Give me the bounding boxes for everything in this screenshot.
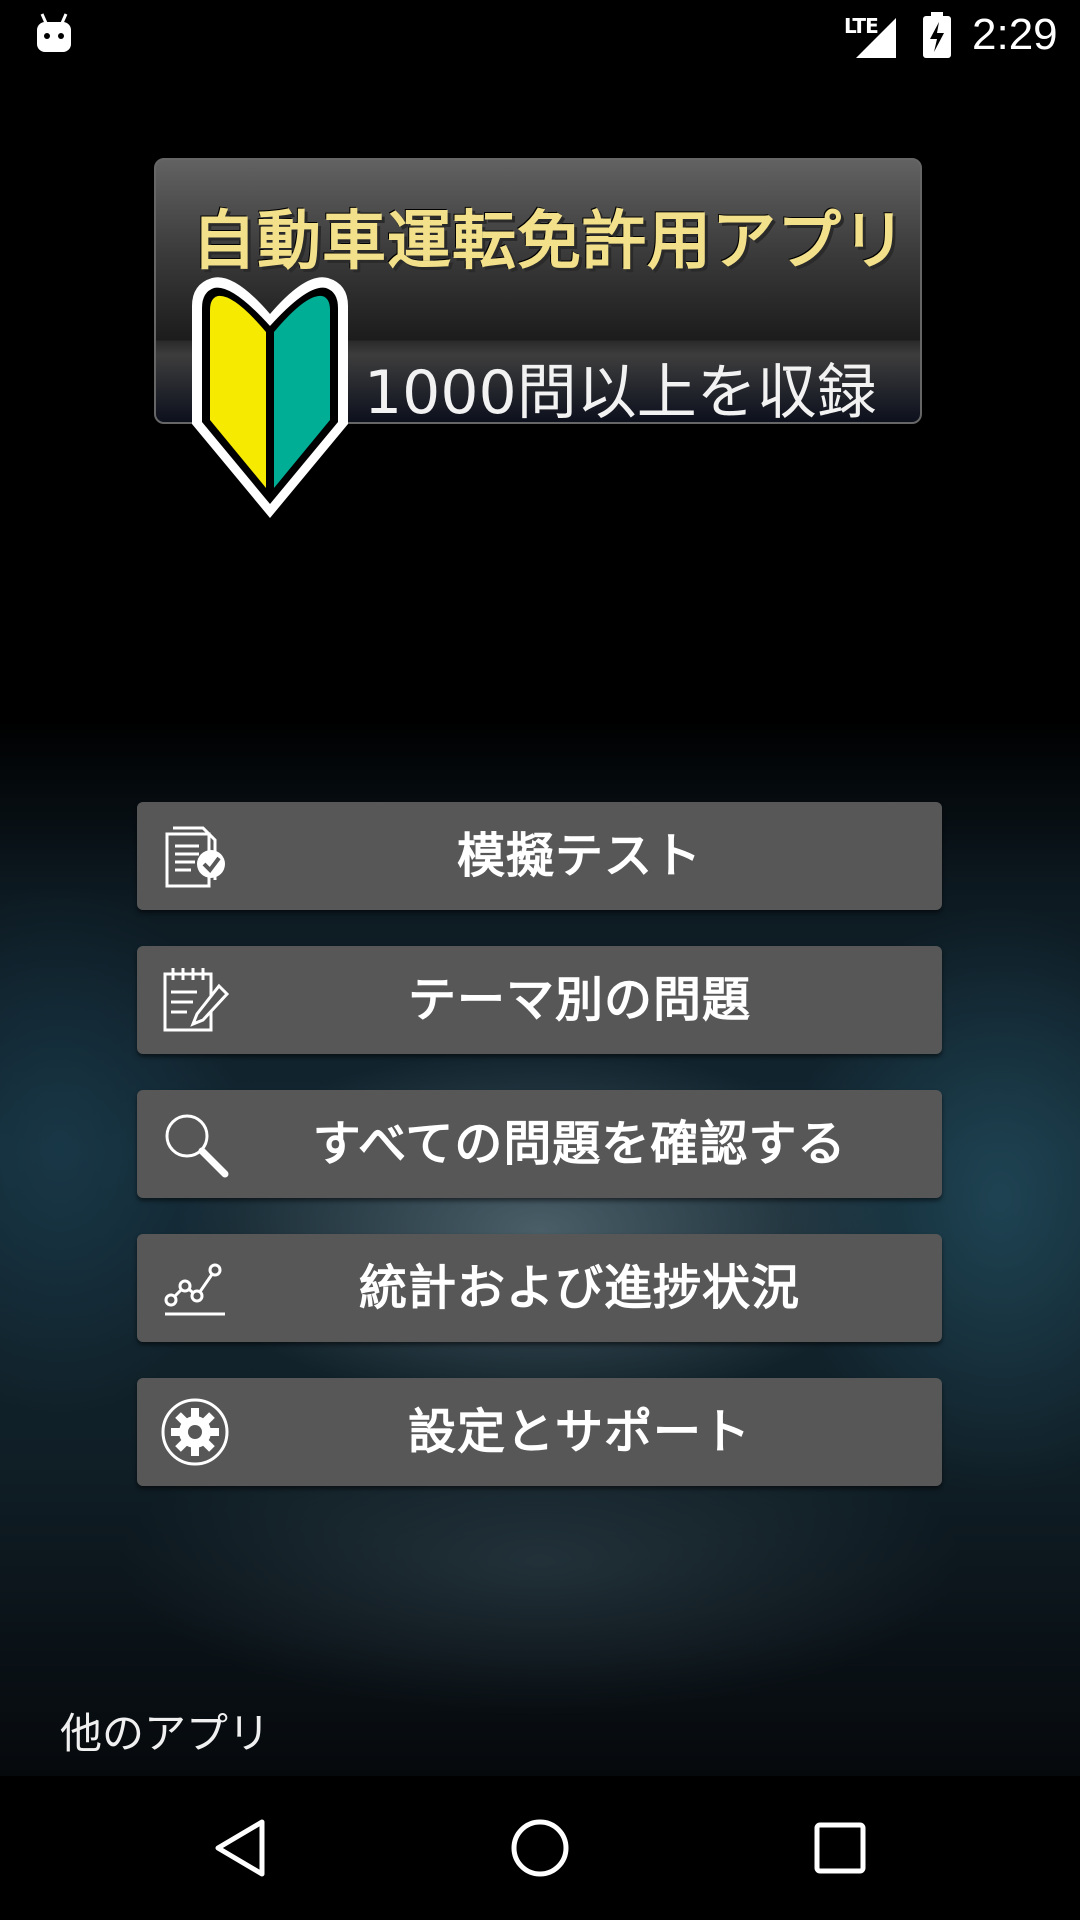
topic-questions-button[interactable]: テーマ別の問題 <box>137 946 942 1054</box>
other-apps-link[interactable]: 他のアプリ <box>60 1700 270 1761</box>
statistics-progress-button[interactable]: 統計および進捗状況 <box>137 1234 942 1342</box>
topic-questions-label: テーマ別の問題 <box>407 972 751 1028</box>
clock: 2:29 <box>972 10 1058 59</box>
home-circle-icon[interactable] <box>500 1808 580 1888</box>
android-debug-icon <box>37 13 71 52</box>
settings-support-button[interactable]: 設定とサポート <box>137 1378 942 1486</box>
settings-support-label: 設定とサポート <box>407 1404 751 1460</box>
banner-subtitle: 1000問以上を収録 <box>364 358 877 428</box>
banner-title: 自動車運転免許用アプリ <box>192 205 907 279</box>
review-all-questions-button[interactable]: すべての問題を確認する <box>137 1090 942 1198</box>
navigation-bar <box>0 1776 1080 1920</box>
review-all-questions-label: すべての問題を確認する <box>312 1116 847 1172</box>
status-bar: LTE 2:29 <box>0 0 1080 72</box>
statistics-progress-label: 統計および進捗状況 <box>358 1260 800 1316</box>
beginner-driver-mark-icon <box>192 277 348 518</box>
mock-test-label: 模擬テスト <box>456 828 702 884</box>
back-triangle-icon[interactable] <box>200 1808 280 1888</box>
battery-charging-icon <box>923 12 951 58</box>
mock-test-button[interactable]: 模擬テスト <box>137 802 942 910</box>
recents-square-icon[interactable] <box>800 1808 880 1888</box>
signal-icon <box>856 18 896 58</box>
